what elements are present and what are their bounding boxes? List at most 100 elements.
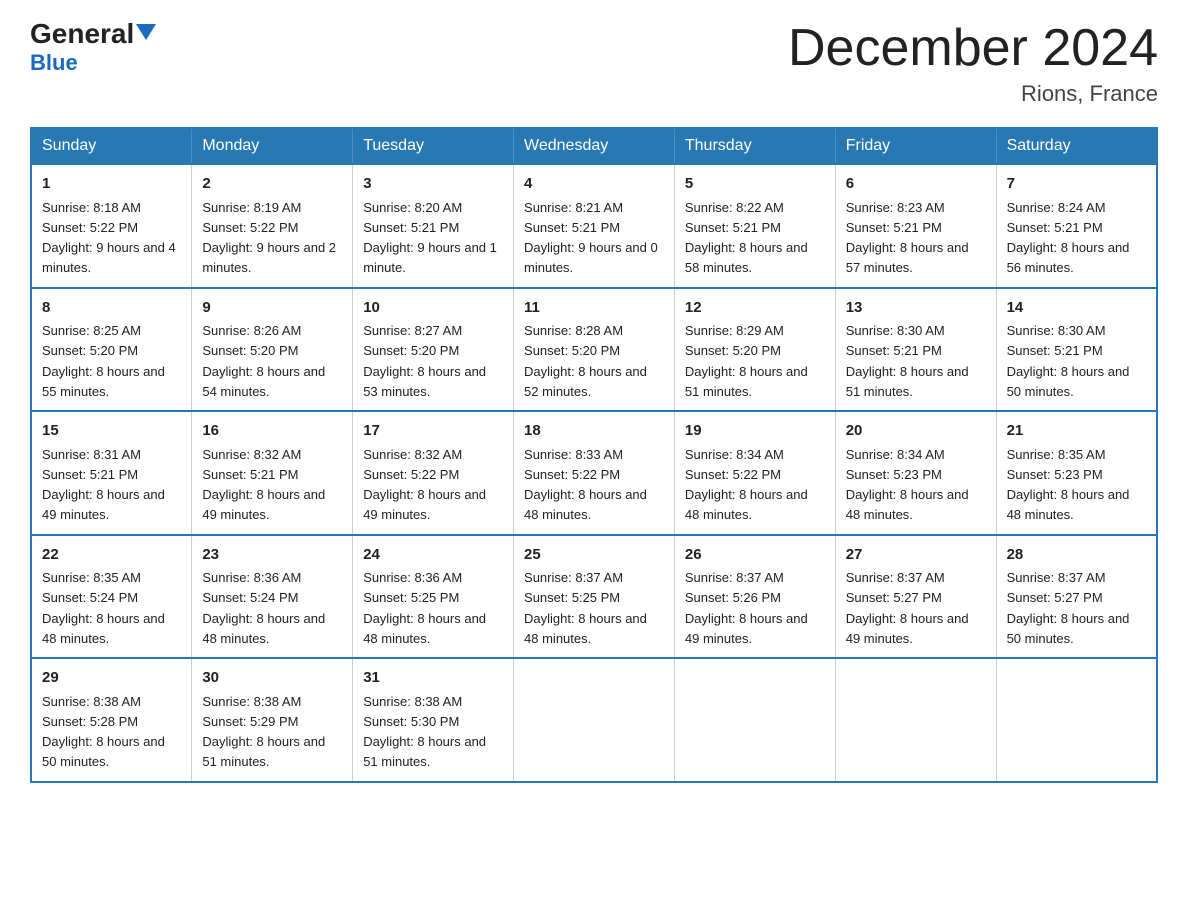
day-number: 14 bbox=[1007, 297, 1146, 320]
calendar-cell: 3 Sunrise: 8:20 AMSunset: 5:21 PMDayligh… bbox=[353, 164, 514, 288]
calendar-cell: 27 Sunrise: 8:37 AMSunset: 5:27 PMDaylig… bbox=[835, 535, 996, 659]
title-section: December 2024 Rions, France bbox=[788, 20, 1158, 107]
day-info: Sunrise: 8:27 AMSunset: 5:20 PMDaylight:… bbox=[363, 323, 486, 399]
day-info: Sunrise: 8:23 AMSunset: 5:21 PMDaylight:… bbox=[846, 200, 969, 276]
header-sunday: Sunday bbox=[31, 128, 192, 164]
day-info: Sunrise: 8:35 AMSunset: 5:24 PMDaylight:… bbox=[42, 570, 165, 646]
day-info: Sunrise: 8:28 AMSunset: 5:20 PMDaylight:… bbox=[524, 323, 647, 399]
header-saturday: Saturday bbox=[996, 128, 1157, 164]
calendar-cell: 16 Sunrise: 8:32 AMSunset: 5:21 PMDaylig… bbox=[192, 411, 353, 535]
header-wednesday: Wednesday bbox=[514, 128, 675, 164]
day-number: 19 bbox=[685, 420, 825, 443]
calendar-table: SundayMondayTuesdayWednesdayThursdayFrid… bbox=[30, 127, 1158, 783]
calendar-cell bbox=[674, 658, 835, 782]
day-info: Sunrise: 8:21 AMSunset: 5:21 PMDaylight:… bbox=[524, 200, 658, 276]
calendar-cell: 19 Sunrise: 8:34 AMSunset: 5:22 PMDaylig… bbox=[674, 411, 835, 535]
calendar-cell: 22 Sunrise: 8:35 AMSunset: 5:24 PMDaylig… bbox=[31, 535, 192, 659]
calendar-cell: 26 Sunrise: 8:37 AMSunset: 5:26 PMDaylig… bbox=[674, 535, 835, 659]
day-number: 13 bbox=[846, 297, 986, 320]
day-number: 4 bbox=[524, 173, 664, 196]
calendar-cell: 25 Sunrise: 8:37 AMSunset: 5:25 PMDaylig… bbox=[514, 535, 675, 659]
calendar-week-row: 1 Sunrise: 8:18 AMSunset: 5:22 PMDayligh… bbox=[31, 164, 1157, 288]
day-info: Sunrise: 8:19 AMSunset: 5:22 PMDaylight:… bbox=[202, 200, 336, 276]
day-info: Sunrise: 8:36 AMSunset: 5:24 PMDaylight:… bbox=[202, 570, 325, 646]
day-info: Sunrise: 8:37 AMSunset: 5:26 PMDaylight:… bbox=[685, 570, 808, 646]
header-thursday: Thursday bbox=[674, 128, 835, 164]
calendar-cell: 20 Sunrise: 8:34 AMSunset: 5:23 PMDaylig… bbox=[835, 411, 996, 535]
calendar-cell: 8 Sunrise: 8:25 AMSunset: 5:20 PMDayligh… bbox=[31, 288, 192, 412]
calendar-cell bbox=[514, 658, 675, 782]
day-number: 10 bbox=[363, 297, 503, 320]
header-tuesday: Tuesday bbox=[353, 128, 514, 164]
day-number: 21 bbox=[1007, 420, 1146, 443]
day-info: Sunrise: 8:32 AMSunset: 5:21 PMDaylight:… bbox=[202, 447, 325, 523]
day-info: Sunrise: 8:30 AMSunset: 5:21 PMDaylight:… bbox=[846, 323, 969, 399]
day-number: 8 bbox=[42, 297, 181, 320]
calendar-cell: 14 Sunrise: 8:30 AMSunset: 5:21 PMDaylig… bbox=[996, 288, 1157, 412]
calendar-cell: 17 Sunrise: 8:32 AMSunset: 5:22 PMDaylig… bbox=[353, 411, 514, 535]
calendar-cell: 9 Sunrise: 8:26 AMSunset: 5:20 PMDayligh… bbox=[192, 288, 353, 412]
calendar-cell: 12 Sunrise: 8:29 AMSunset: 5:20 PMDaylig… bbox=[674, 288, 835, 412]
day-info: Sunrise: 8:30 AMSunset: 5:21 PMDaylight:… bbox=[1007, 323, 1130, 399]
day-number: 26 bbox=[685, 544, 825, 567]
day-info: Sunrise: 8:33 AMSunset: 5:22 PMDaylight:… bbox=[524, 447, 647, 523]
day-number: 22 bbox=[42, 544, 181, 567]
calendar-cell: 2 Sunrise: 8:19 AMSunset: 5:22 PMDayligh… bbox=[192, 164, 353, 288]
day-info: Sunrise: 8:37 AMSunset: 5:25 PMDaylight:… bbox=[524, 570, 647, 646]
logo-general: General bbox=[30, 20, 156, 48]
day-info: Sunrise: 8:26 AMSunset: 5:20 PMDaylight:… bbox=[202, 323, 325, 399]
day-number: 11 bbox=[524, 297, 664, 320]
day-info: Sunrise: 8:18 AMSunset: 5:22 PMDaylight:… bbox=[42, 200, 176, 276]
calendar-cell bbox=[996, 658, 1157, 782]
calendar-header-row: SundayMondayTuesdayWednesdayThursdayFrid… bbox=[31, 128, 1157, 164]
day-number: 20 bbox=[846, 420, 986, 443]
calendar-cell: 4 Sunrise: 8:21 AMSunset: 5:21 PMDayligh… bbox=[514, 164, 675, 288]
calendar-cell: 29 Sunrise: 8:38 AMSunset: 5:28 PMDaylig… bbox=[31, 658, 192, 782]
day-info: Sunrise: 8:38 AMSunset: 5:29 PMDaylight:… bbox=[202, 694, 325, 770]
day-info: Sunrise: 8:31 AMSunset: 5:21 PMDaylight:… bbox=[42, 447, 165, 523]
logo: General Blue bbox=[30, 20, 156, 76]
day-number: 30 bbox=[202, 667, 342, 690]
day-number: 2 bbox=[202, 173, 342, 196]
calendar-week-row: 22 Sunrise: 8:35 AMSunset: 5:24 PMDaylig… bbox=[31, 535, 1157, 659]
day-number: 12 bbox=[685, 297, 825, 320]
day-number: 9 bbox=[202, 297, 342, 320]
calendar-cell: 30 Sunrise: 8:38 AMSunset: 5:29 PMDaylig… bbox=[192, 658, 353, 782]
calendar-cell: 24 Sunrise: 8:36 AMSunset: 5:25 PMDaylig… bbox=[353, 535, 514, 659]
day-number: 25 bbox=[524, 544, 664, 567]
day-number: 29 bbox=[42, 667, 181, 690]
calendar-cell: 11 Sunrise: 8:28 AMSunset: 5:20 PMDaylig… bbox=[514, 288, 675, 412]
logo-triangle-icon bbox=[136, 24, 156, 40]
day-number: 23 bbox=[202, 544, 342, 567]
day-number: 18 bbox=[524, 420, 664, 443]
calendar-cell: 15 Sunrise: 8:31 AMSunset: 5:21 PMDaylig… bbox=[31, 411, 192, 535]
calendar-cell bbox=[835, 658, 996, 782]
day-info: Sunrise: 8:24 AMSunset: 5:21 PMDaylight:… bbox=[1007, 200, 1130, 276]
day-info: Sunrise: 8:25 AMSunset: 5:20 PMDaylight:… bbox=[42, 323, 165, 399]
day-info: Sunrise: 8:37 AMSunset: 5:27 PMDaylight:… bbox=[1007, 570, 1130, 646]
calendar-week-row: 15 Sunrise: 8:31 AMSunset: 5:21 PMDaylig… bbox=[31, 411, 1157, 535]
calendar-cell: 13 Sunrise: 8:30 AMSunset: 5:21 PMDaylig… bbox=[835, 288, 996, 412]
day-number: 6 bbox=[846, 173, 986, 196]
calendar-cell: 31 Sunrise: 8:38 AMSunset: 5:30 PMDaylig… bbox=[353, 658, 514, 782]
calendar-week-row: 8 Sunrise: 8:25 AMSunset: 5:20 PMDayligh… bbox=[31, 288, 1157, 412]
calendar-cell: 5 Sunrise: 8:22 AMSunset: 5:21 PMDayligh… bbox=[674, 164, 835, 288]
day-number: 27 bbox=[846, 544, 986, 567]
header-monday: Monday bbox=[192, 128, 353, 164]
day-info: Sunrise: 8:32 AMSunset: 5:22 PMDaylight:… bbox=[363, 447, 486, 523]
day-number: 5 bbox=[685, 173, 825, 196]
day-number: 7 bbox=[1007, 173, 1146, 196]
day-number: 28 bbox=[1007, 544, 1146, 567]
day-number: 31 bbox=[363, 667, 503, 690]
calendar-cell: 6 Sunrise: 8:23 AMSunset: 5:21 PMDayligh… bbox=[835, 164, 996, 288]
day-info: Sunrise: 8:36 AMSunset: 5:25 PMDaylight:… bbox=[363, 570, 486, 646]
day-info: Sunrise: 8:38 AMSunset: 5:28 PMDaylight:… bbox=[42, 694, 165, 770]
day-number: 15 bbox=[42, 420, 181, 443]
calendar-title: December 2024 bbox=[788, 20, 1158, 77]
header-friday: Friday bbox=[835, 128, 996, 164]
day-info: Sunrise: 8:35 AMSunset: 5:23 PMDaylight:… bbox=[1007, 447, 1130, 523]
day-info: Sunrise: 8:29 AMSunset: 5:20 PMDaylight:… bbox=[685, 323, 808, 399]
day-info: Sunrise: 8:22 AMSunset: 5:21 PMDaylight:… bbox=[685, 200, 808, 276]
day-number: 17 bbox=[363, 420, 503, 443]
day-number: 1 bbox=[42, 173, 181, 196]
